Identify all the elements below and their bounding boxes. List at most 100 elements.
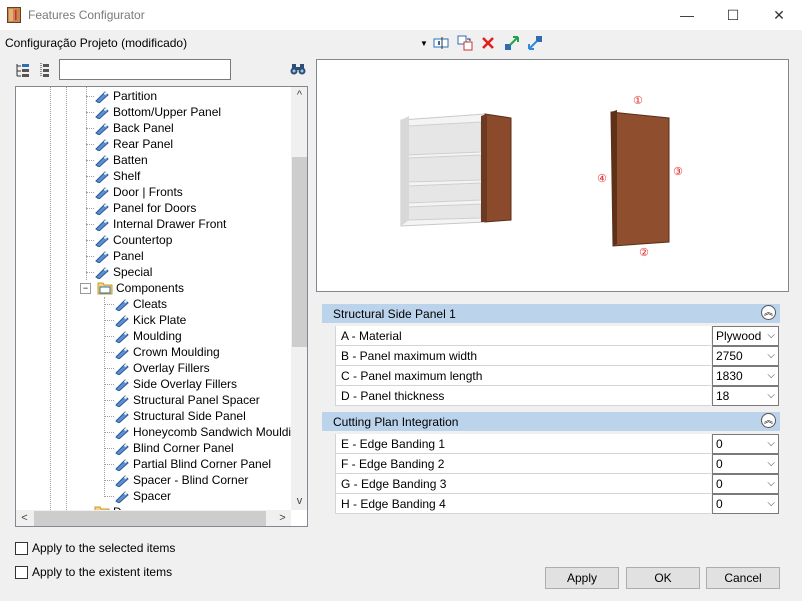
scroll-left-icon[interactable]: <: [16, 510, 33, 526]
tree-vertical-scrollbar[interactable]: ^ v: [291, 87, 307, 510]
chevron-down-icon: ⌵: [767, 390, 775, 401]
vertical-scroll-thumb[interactable]: [292, 157, 307, 347]
tree-item-label: Rear Panel: [113, 137, 174, 151]
import-icon[interactable]: [503, 34, 521, 52]
tree-item[interactable]: Countertop: [94, 232, 172, 248]
export-icon[interactable]: [526, 34, 544, 52]
tree-item[interactable]: Structural Panel Spacer: [114, 392, 260, 408]
close-button[interactable]: ✕: [756, 0, 802, 30]
collapse-section-icon[interactable]: ︽: [761, 305, 776, 320]
tree-item[interactable]: Special: [94, 264, 152, 280]
tree-item[interactable]: Internal Drawer Front: [94, 216, 226, 232]
tree-item[interactable]: Panel: [94, 248, 144, 264]
property-value-dropdown[interactable]: 0 ⌵: [712, 474, 779, 494]
tree-item-label: Bottom/Upper Panel: [113, 105, 222, 119]
tree-item[interactable]: Panel for Doors: [94, 200, 196, 216]
tree-item[interactable]: Spacer: [114, 488, 171, 504]
property-value: Plywood: [716, 329, 762, 343]
property-value: 0: [716, 437, 723, 451]
property-value-dropdown[interactable]: 0 ⌵: [712, 494, 779, 514]
property-label: A - Material: [335, 326, 711, 346]
section-header[interactable]: Structural Side Panel 1 ︽: [322, 304, 780, 323]
tree-item[interactable]: Side Overlay Fillers: [114, 376, 237, 392]
tree-item[interactable]: Door | Fronts: [94, 184, 183, 200]
collapse-section-icon[interactable]: ︽: [761, 413, 776, 428]
scroll-down-icon[interactable]: v: [291, 493, 307, 510]
tree-item[interactable]: Partial Blind Corner Panel: [114, 456, 271, 472]
chevron-down-icon: ⌵: [767, 350, 775, 361]
tree-item[interactable]: Rear Panel: [94, 136, 173, 152]
property-row: D - Panel thickness 18 ⌵: [335, 386, 780, 406]
property-value: 0: [716, 477, 723, 491]
apply-existent-checkbox[interactable]: [15, 566, 28, 579]
tag-icon: [94, 265, 113, 279]
find-binoculars-icon[interactable]: [290, 62, 306, 79]
tag-icon: [94, 185, 113, 199]
tree-group-components[interactable]: − Components: [80, 280, 184, 296]
section-title: Structural Side Panel 1: [333, 306, 456, 321]
section-header[interactable]: Cutting Plan Integration ︽: [322, 412, 780, 431]
tree-item[interactable]: Overlay Fillers: [114, 360, 210, 376]
title-bar: Features Configurator — ☐ ✕: [0, 0, 802, 30]
tree-item[interactable]: Blind Corner Panel: [114, 440, 234, 456]
tag-icon: [94, 153, 113, 167]
collapse-toggle[interactable]: −: [80, 282, 91, 294]
tree-item-label: Side Overlay Fillers: [133, 377, 238, 391]
tree-item[interactable]: Crown Moulding: [114, 344, 220, 360]
rename-icon[interactable]: [432, 34, 450, 52]
tree-item-label: Partial Blind Corner Panel: [133, 457, 272, 471]
collapse-tree-icon[interactable]: [15, 62, 31, 81]
tree-item[interactable]: Bottom/Upper Panel: [94, 104, 221, 120]
tag-icon: [94, 89, 113, 103]
property-value-dropdown[interactable]: 18 ⌵: [712, 386, 779, 406]
tag-icon: [114, 409, 133, 423]
preview-image: ① ② ③ ④: [400, 94, 683, 259]
tree-item[interactable]: Spacer - Blind Corner: [114, 472, 248, 488]
scroll-right-icon[interactable]: >: [274, 510, 291, 526]
preview-panel: ① ② ③ ④: [316, 59, 789, 292]
tree-item[interactable]: Honeycomb Sandwich Moulding: [114, 424, 304, 440]
maximize-button[interactable]: ☐: [710, 0, 756, 30]
tag-icon: [94, 137, 113, 151]
tree-item[interactable]: Batten: [94, 152, 148, 168]
copy-config-icon[interactable]: [456, 34, 474, 52]
edge-label-2: ②: [639, 246, 649, 259]
tree-item-label: Special: [113, 265, 153, 279]
tree-item[interactable]: Partition: [94, 88, 157, 104]
property-label: D - Panel thickness: [335, 386, 711, 406]
apply-selected-checkbox[interactable]: [15, 542, 28, 555]
tree-item[interactable]: Cleats: [114, 296, 167, 312]
property-value-dropdown[interactable]: Plywood ⌵: [712, 326, 779, 346]
horizontal-scroll-thumb[interactable]: [34, 511, 266, 526]
tree-item[interactable]: Moulding: [114, 328, 182, 344]
tree-item-label: Spacer - Blind Corner: [133, 473, 249, 487]
chevron-down-icon: ⌵: [767, 370, 775, 381]
ok-button[interactable]: OK: [626, 567, 700, 589]
profile-dropdown-icon[interactable]: ▼: [420, 39, 428, 48]
tree-item[interactable]: Structural Side Panel: [114, 408, 246, 424]
apply-button[interactable]: Apply: [545, 567, 619, 589]
tree-horizontal-scrollbar[interactable]: < >: [16, 510, 291, 526]
chevron-down-icon: ⌵: [767, 458, 775, 469]
property-value-dropdown[interactable]: 0 ⌵: [712, 454, 779, 474]
delete-icon[interactable]: [479, 34, 497, 52]
search-input[interactable]: [59, 59, 231, 80]
tag-icon: [114, 345, 133, 359]
property-value-dropdown[interactable]: 2750 ⌵: [712, 346, 779, 366]
section-title: Cutting Plan Integration: [333, 414, 459, 429]
property-value-dropdown[interactable]: 1830 ⌵: [712, 366, 779, 386]
tag-icon: [114, 489, 133, 503]
property-value-dropdown[interactable]: 0 ⌵: [712, 434, 779, 454]
scroll-up-icon[interactable]: ^: [291, 87, 307, 104]
property-row: A - Material Plywood ⌵: [335, 326, 780, 346]
tree-item[interactable]: Kick Plate: [114, 312, 186, 328]
edge-label-3: ③: [673, 165, 683, 178]
tree-item[interactable]: Back Panel: [94, 120, 174, 136]
tree-item[interactable]: Shelf: [94, 168, 140, 184]
expand-tree-icon[interactable]: [38, 62, 52, 81]
property-value: 1830: [716, 369, 743, 383]
cancel-button[interactable]: Cancel: [706, 567, 780, 589]
app-icon: [7, 7, 21, 23]
minimize-button[interactable]: —: [664, 0, 710, 30]
tag-icon: [114, 377, 133, 391]
